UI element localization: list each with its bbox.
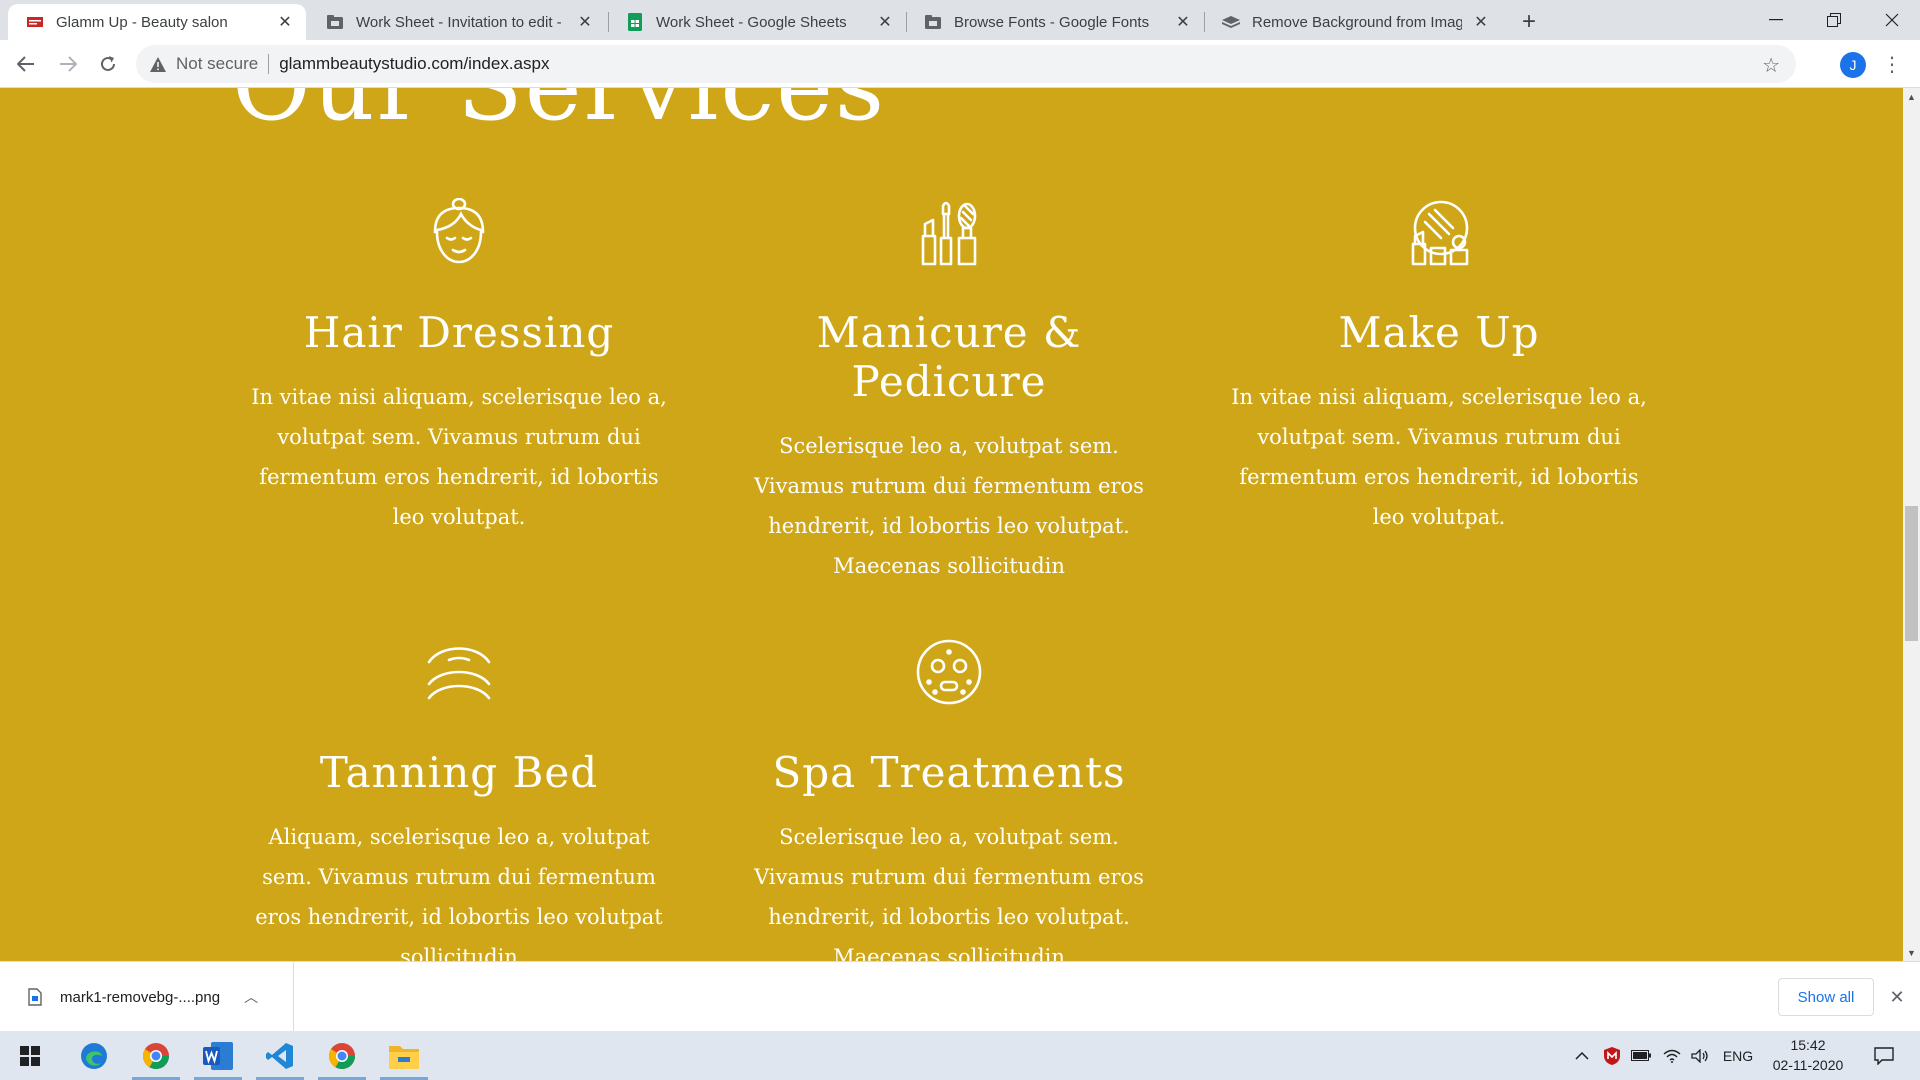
close-icon[interactable]: ✕	[1470, 11, 1492, 33]
tab-remove-background[interactable]: Remove Background from Image ✕	[1204, 4, 1502, 40]
scroll-down-arrow-icon[interactable]: ▼	[1903, 944, 1920, 961]
more-menu-icon[interactable]: ⋮	[1882, 50, 1902, 78]
volume-icon[interactable]	[1688, 1031, 1712, 1080]
service-description: Scelerisque leo a, volutpat sem. Vivamus…	[754, 825, 1144, 961]
url-text[interactable]: glammbeautystudio.com/index.aspx	[279, 54, 549, 74]
service-card-tanning-bed: Tanning Bed Aliquam, scelerisque leo a, …	[229, 638, 689, 961]
language-indicator[interactable]: ENG	[1718, 1031, 1758, 1080]
file-icon	[28, 988, 42, 1006]
vscode-icon[interactable]	[250, 1031, 310, 1080]
download-item[interactable]: mark1-removebg-....png ︿	[16, 962, 294, 1032]
scroll-up-arrow-icon[interactable]: ▲	[1903, 88, 1920, 105]
service-title: Spa Treatments	[772, 748, 1126, 797]
back-button[interactable]	[10, 48, 42, 80]
antivirus-shield-icon[interactable]	[1600, 1031, 1624, 1080]
wifi-icon[interactable]	[1660, 1031, 1684, 1080]
removebg-icon	[1222, 13, 1240, 31]
tab-glamm-up[interactable]: Glamm Up - Beauty salon ✕	[8, 4, 306, 40]
service-title: Manicure & Pedicure	[816, 308, 1082, 406]
profile-avatar[interactable]: J	[1840, 52, 1866, 78]
close-icon[interactable]: ✕	[274, 11, 296, 33]
new-tab-button[interactable]: +	[1514, 8, 1544, 36]
tab-title: Work Sheet - Google Sheets	[656, 13, 847, 31]
restore-button[interactable]	[1806, 0, 1862, 40]
close-icon[interactable]: ✕	[1884, 984, 1910, 1010]
face-icon	[433, 198, 485, 264]
tab-google-sheets[interactable]: Work Sheet - Google Sheets ✕	[608, 4, 906, 40]
service-title: Tanning Bed	[319, 748, 599, 797]
tab-google-fonts[interactable]: Browse Fonts - Google Fonts ✕	[906, 4, 1204, 40]
close-window-button[interactable]	[1864, 0, 1920, 40]
tab-title: Browse Fonts - Google Fonts	[954, 13, 1150, 31]
drive-icon	[924, 13, 942, 31]
drive-icon	[326, 13, 344, 31]
notification-icon[interactable]	[1864, 1031, 1904, 1080]
show-all-button[interactable]: Show all	[1778, 978, 1874, 1016]
minimize-button[interactable]	[1748, 0, 1804, 40]
salon-favicon	[26, 13, 44, 31]
battery-icon[interactable]	[1628, 1031, 1654, 1080]
chevron-up-icon[interactable]: ︿	[244, 987, 258, 1007]
chrome-icon[interactable]	[312, 1031, 372, 1080]
chrome-profile-icon[interactable]	[126, 1031, 186, 1080]
tab-work-sheet-invitation[interactable]: Work Sheet - Invitation to edit - J ✕	[308, 4, 606, 40]
security-label: Not secure	[176, 54, 259, 73]
clock-date: 02-11-2020	[1772, 1057, 1844, 1073]
windows-start-icon[interactable]	[0, 1031, 60, 1080]
omnibox-divider	[268, 54, 270, 74]
edge-icon[interactable]	[64, 1031, 124, 1080]
scrollbar-thumb[interactable]	[1905, 506, 1918, 641]
service-card-spa-treatments: Spa Treatments Scelerisque leo a, volutp…	[719, 638, 1179, 961]
page-viewport: Our Services Hair Dressing In vitae nisi…	[0, 88, 1903, 961]
face-mask-icon	[916, 639, 982, 705]
browser-toolbar: Not secure glammbeautystudio.com/index.a…	[0, 40, 1920, 88]
page-scrollbar[interactable]: ▲ ▼	[1903, 88, 1920, 961]
tab-title: Work Sheet - Invitation to edit - J	[356, 13, 566, 31]
clock-time: 15:42	[1790, 1037, 1826, 1053]
downloads-bar: mark1-removebg-....png ︿ Show all ✕	[0, 961, 1920, 1032]
windows-taskbar: ENG 15:42 02-11-2020	[0, 1031, 1920, 1080]
section-heading: Our Services	[232, 88, 886, 142]
close-icon[interactable]: ✕	[1172, 11, 1194, 33]
service-description: Aliquam, scelerisque leo a, volutpat sem…	[255, 825, 663, 961]
service-title: Hair Dressing	[303, 308, 615, 357]
tab-title: Glamm Up - Beauty salon	[56, 13, 228, 31]
close-icon[interactable]: ✕	[874, 11, 896, 33]
address-bar[interactable]: Not secure glammbeautystudio.com/index.a…	[136, 45, 1796, 83]
service-description: In vitae nisi aliquam, scelerisque leo a…	[1231, 385, 1647, 529]
service-description: Scelerisque leo a, volutpat sem. Vivamus…	[754, 434, 1144, 578]
bookmark-star-icon[interactable]: ☆	[1762, 53, 1780, 78]
service-description: In vitae nisi aliquam, scelerisque leo a…	[251, 385, 667, 529]
service-card-manicure-pedicure: Manicure & Pedicure Scelerisque leo a, v…	[719, 198, 1179, 586]
system-clock[interactable]: 15:42 02-11-2020	[1760, 1035, 1856, 1075]
forward-button[interactable]	[52, 48, 84, 80]
cosmetics-icon	[921, 201, 977, 266]
reload-button[interactable]	[92, 48, 124, 80]
warning-icon[interactable]	[150, 56, 166, 72]
makeup-mirror-icon	[1411, 200, 1469, 266]
service-title: Make Up	[1338, 308, 1540, 357]
service-card-make-up: Make Up In vitae nisi aliquam, scelerisq…	[1209, 198, 1669, 537]
download-file-name: mark1-removebg-....png	[60, 988, 221, 1006]
service-card-hair-dressing: Hair Dressing In vitae nisi aliquam, sce…	[229, 198, 689, 537]
word-icon[interactable]	[188, 1031, 248, 1080]
chevron-up-icon[interactable]	[1570, 1031, 1594, 1080]
tab-title: Remove Background from Image	[1252, 13, 1462, 31]
eyelid-icon	[427, 647, 491, 700]
sheets-icon	[626, 13, 644, 31]
close-icon[interactable]: ✕	[574, 11, 596, 33]
tab-strip: Glamm Up - Beauty salon ✕ Work Sheet - I…	[0, 0, 1920, 40]
file-explorer-icon[interactable]	[374, 1031, 434, 1080]
